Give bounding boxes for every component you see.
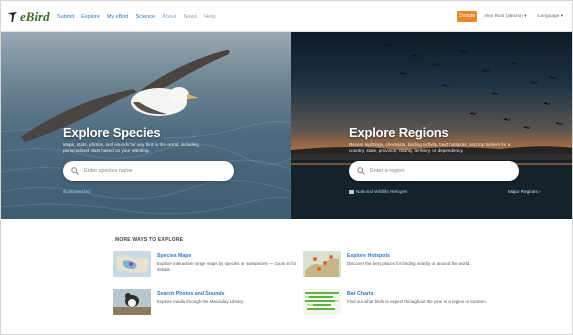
major-regions-link[interactable]: Major Regions › xyxy=(508,189,540,195)
nav-help[interactable]: Help xyxy=(204,13,215,21)
explore-regions-title: Explore Regions xyxy=(349,125,449,140)
account-menu[interactable]: Alex Rios (alexrio) ▾ xyxy=(484,13,527,20)
species-maps-title: Species Maps xyxy=(157,253,192,259)
explore-hotspots-thumbnail xyxy=(303,251,341,277)
bar-charts-thumbnail xyxy=(303,289,341,315)
nav-about[interactable]: About xyxy=(162,13,176,21)
illustrated-list-link[interactable]: Illustrated list xyxy=(63,189,90,195)
photos-sounds-description: Explore media through the Macaulay Libra… xyxy=(157,299,245,304)
nav-my-ebird[interactable]: My eBird xyxy=(107,13,129,21)
nav-science[interactable]: Science xyxy=(135,13,155,21)
card-bar-charts[interactable]: Bar Charts Find out what birds to expect… xyxy=(303,289,493,325)
explore-species-panel: Explore Species Maps, stats, photos, and… xyxy=(1,32,291,219)
more-ways-heading: MORE WAYS TO EXPLORE xyxy=(115,237,184,243)
explore-hotspots-title: Explore Hotspots xyxy=(347,253,390,259)
search-icon xyxy=(357,167,365,175)
photos-sounds-thumbnail xyxy=(113,289,151,315)
wildlife-refuges-link[interactable]: National Wildlife Refuges xyxy=(349,189,407,195)
wildlife-refuges-label: National Wildlife Refuges xyxy=(356,189,408,194)
region-search-input[interactable]: Enter a region xyxy=(349,161,519,181)
bird-logo-icon xyxy=(8,12,17,22)
search-icon xyxy=(71,167,79,175)
explore-regions-description: Recent sightings, checklists, birding ac… xyxy=(349,142,511,153)
explore-species-title: Explore Species xyxy=(63,125,161,140)
card-species-maps[interactable]: Species Maps Explore interactive range m… xyxy=(113,251,303,287)
nav-submit[interactable]: Submit xyxy=(57,13,74,21)
ebird-logo[interactable]: eBird xyxy=(8,9,50,25)
bar-charts-description: Find out what birds to expect throughout… xyxy=(347,299,487,304)
species-search-input[interactable]: Enter species name xyxy=(63,161,234,181)
language-menu[interactable]: Language ▾ xyxy=(538,13,563,20)
card-explore-hotspots[interactable]: Explore Hotspots Discover the best place… xyxy=(303,251,493,287)
bar-charts-title: Bar Charts xyxy=(347,291,374,297)
logo-text: eBird xyxy=(20,9,50,24)
nav-explore[interactable]: Explore xyxy=(81,13,100,21)
explore-species-description: Maps, stats, photos, and sounds for any … xyxy=(63,142,199,153)
species-maps-description: Explore interactive range maps by specie… xyxy=(157,261,297,272)
top-header: eBird Submit Explore My eBird Science Ab… xyxy=(1,1,572,32)
photos-sounds-title: Search Photos and Sounds xyxy=(157,291,225,297)
explore-hotspots-description: Discover the best places for birding nea… xyxy=(347,261,471,266)
species-search-placeholder: Enter species name xyxy=(84,168,133,174)
flag-icon xyxy=(349,189,354,194)
donate-button[interactable]: Donate xyxy=(457,11,477,22)
region-search-placeholder: Enter a region xyxy=(370,168,405,174)
card-photos-sounds[interactable]: Search Photos and Sounds Explore media t… xyxy=(113,289,303,325)
main-nav: Submit Explore My eBird Science About Ne… xyxy=(57,13,216,21)
page-frame: eBird Submit Explore My eBird Science Ab… xyxy=(0,0,573,335)
nav-news[interactable]: News xyxy=(183,13,197,21)
explore-regions-panel: Explore Regions Recent sightings, checkl… xyxy=(291,32,572,219)
species-maps-thumbnail xyxy=(113,251,151,277)
